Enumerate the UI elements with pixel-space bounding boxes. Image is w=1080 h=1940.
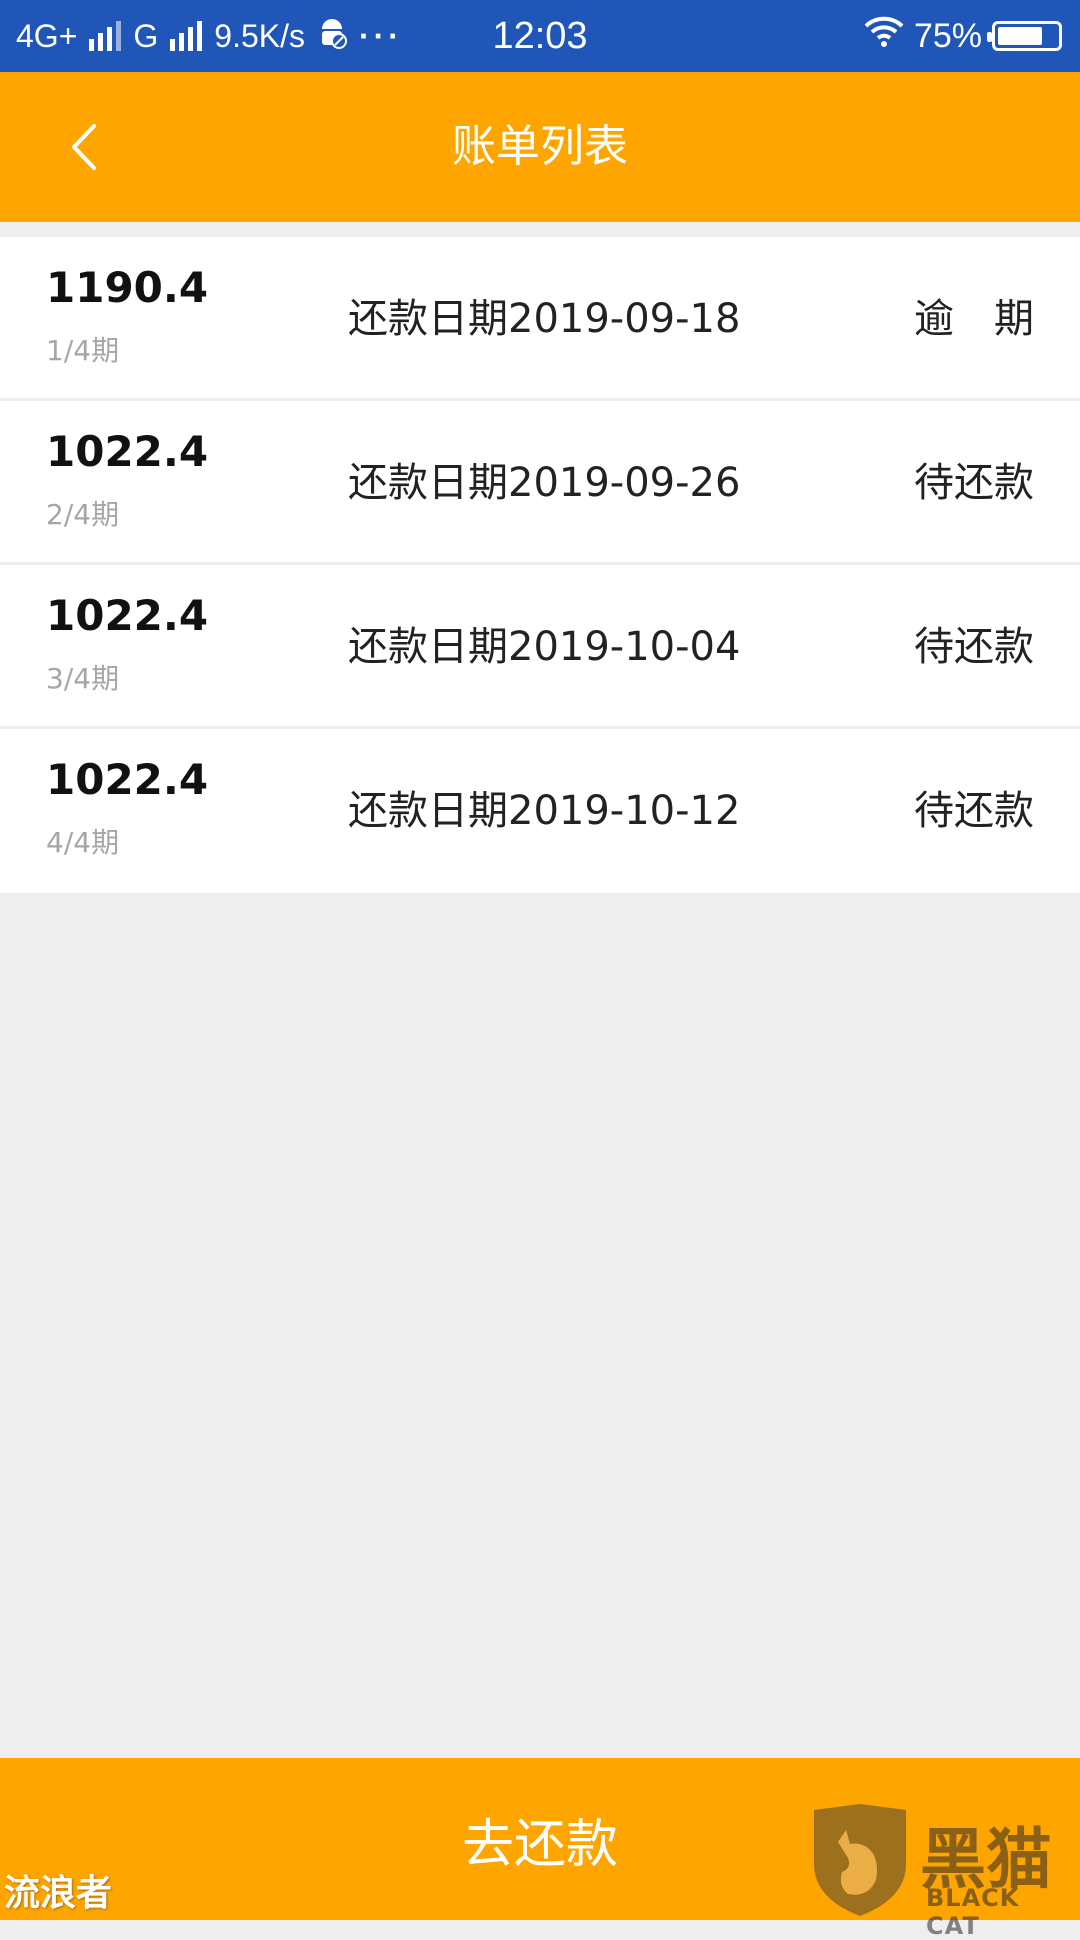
bill-amount: 1022.4	[46, 591, 209, 640]
bill-status: 待还款	[914, 624, 1034, 670]
bill-row[interactable]: 1190.4 1/4期 还款日期2019-09-18 逾 期	[0, 237, 1080, 401]
bill-period: 3/4期	[46, 662, 120, 695]
signal-icon	[89, 21, 122, 51]
battery-percent: 75%	[913, 16, 982, 55]
chevron-left-icon	[72, 124, 96, 170]
bill-status: 待还款	[914, 788, 1034, 834]
status-left: 4G+ G 9.5K/s ···	[16, 0, 403, 72]
battery-icon	[987, 21, 1062, 51]
watermark-en: BLACK CAT	[926, 1884, 1020, 1940]
network-type-4g: 4G+	[16, 17, 78, 54]
bill-row[interactable]: 1022.4 3/4期 还款日期2019-10-04 待还款	[0, 565, 1080, 729]
back-button[interactable]	[48, 112, 118, 182]
bill-due-date: 还款日期2019-10-04	[348, 624, 741, 670]
watermark-left: 流浪者	[4, 1873, 113, 1914]
bill-list: 1190.4 1/4期 还款日期2019-09-18 逾 期 1022.4 2/…	[0, 237, 1080, 893]
bill-period: 1/4期	[46, 334, 120, 367]
bill-period: 2/4期	[46, 498, 120, 531]
network-speed: 9.5K/s	[214, 17, 305, 54]
bill-row[interactable]: 1022.4 2/4期 还款日期2019-09-26 待还款	[0, 401, 1080, 565]
bill-row[interactable]: 1022.4 4/4期 还款日期2019-10-12 待还款	[0, 729, 1080, 893]
bill-amount: 1022.4	[46, 427, 209, 476]
bill-due-date: 还款日期2019-09-26	[348, 460, 741, 506]
battery-fill	[998, 27, 1042, 45]
bill-due-date: 还款日期2019-09-18	[348, 296, 741, 342]
bill-status: 待还款	[914, 460, 1034, 506]
android-debug-icon	[317, 15, 347, 57]
network-type-g: G	[133, 17, 159, 54]
bill-amount: 1022.4	[46, 755, 209, 804]
blackcat-shield-logo	[814, 1804, 906, 1916]
pay-button-label: 去还款	[461, 1814, 618, 1875]
wifi-icon	[864, 16, 904, 57]
bill-amount: 1190.4	[46, 263, 209, 312]
bill-due-date: 还款日期2019-10-12	[348, 788, 741, 834]
bill-status: 逾 期	[914, 296, 1034, 342]
page-title: 账单列表	[452, 121, 628, 172]
more-notifications-icon: ···	[358, 17, 403, 54]
status-bar: 4G+ G 9.5K/s ··· 12:03 75%	[0, 0, 1080, 72]
blackcat-watermark: 黑猫 BLACK CAT	[808, 1802, 1080, 1940]
status-right: 75%	[864, 0, 1062, 72]
navigation-bar: 账单列表	[0, 72, 1080, 222]
bill-period: 4/4期	[46, 826, 120, 859]
signal-icon-2	[170, 21, 203, 51]
